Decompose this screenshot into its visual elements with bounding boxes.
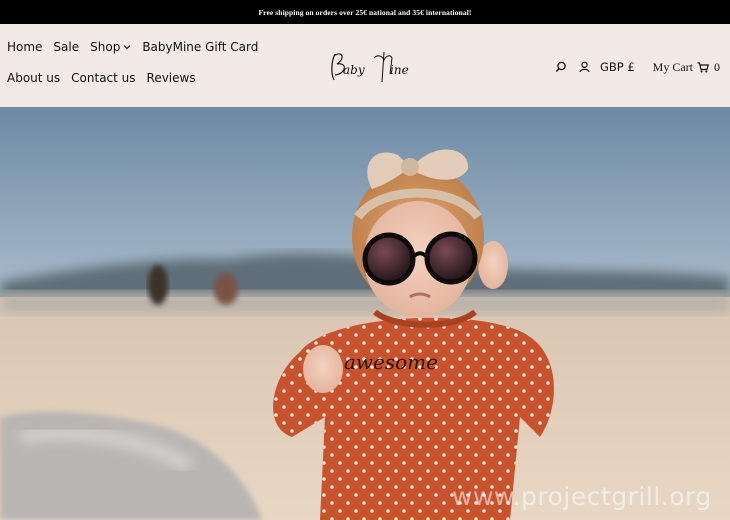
logo-text-b: ine (390, 63, 409, 77)
nav-shop-label: Shop (90, 40, 121, 54)
watermark-text: www.projectgrill.org (452, 482, 712, 511)
nav-contact[interactable]: Contact us (71, 69, 135, 87)
hero-banner[interactable]: awesome (0, 107, 730, 520)
announcement-bar: Free shipping on orders over 25€ nationa… (0, 0, 730, 24)
currency-selector[interactable]: GBP £ (600, 60, 635, 74)
hero-image: awesome (0, 107, 730, 520)
user-icon[interactable] (579, 61, 590, 73)
logo-wordmark: aby ine (331, 51, 409, 83)
main-nav: Home Sale Shop BabyMine Gift Card About … (7, 38, 307, 87)
cart-label[interactable]: My Cart (653, 60, 693, 75)
shirt-text: awesome (344, 350, 438, 374)
logo-text-a: aby (343, 63, 365, 77)
nav-shop[interactable]: Shop (90, 38, 131, 56)
announcement-text: Free shipping on orders over 25€ nationa… (258, 7, 472, 17)
cart-icon[interactable] (697, 61, 709, 73)
site-header: Home Sale Shop BabyMine Gift Card About … (0, 24, 730, 107)
cart-count[interactable]: 0 (714, 60, 720, 75)
nav-home[interactable]: Home (7, 38, 42, 56)
nav-gift-card[interactable]: BabyMine Gift Card (142, 38, 258, 56)
chevron-down-icon (123, 44, 131, 52)
nav-reviews[interactable]: Reviews (147, 69, 196, 87)
search-icon[interactable] (555, 61, 567, 73)
site-logo[interactable]: aby ine (326, 48, 410, 84)
nav-about[interactable]: About us (7, 69, 60, 87)
nav-sale[interactable]: Sale (53, 38, 79, 56)
header-tools: GBP £ My Cart 0 (555, 58, 720, 76)
